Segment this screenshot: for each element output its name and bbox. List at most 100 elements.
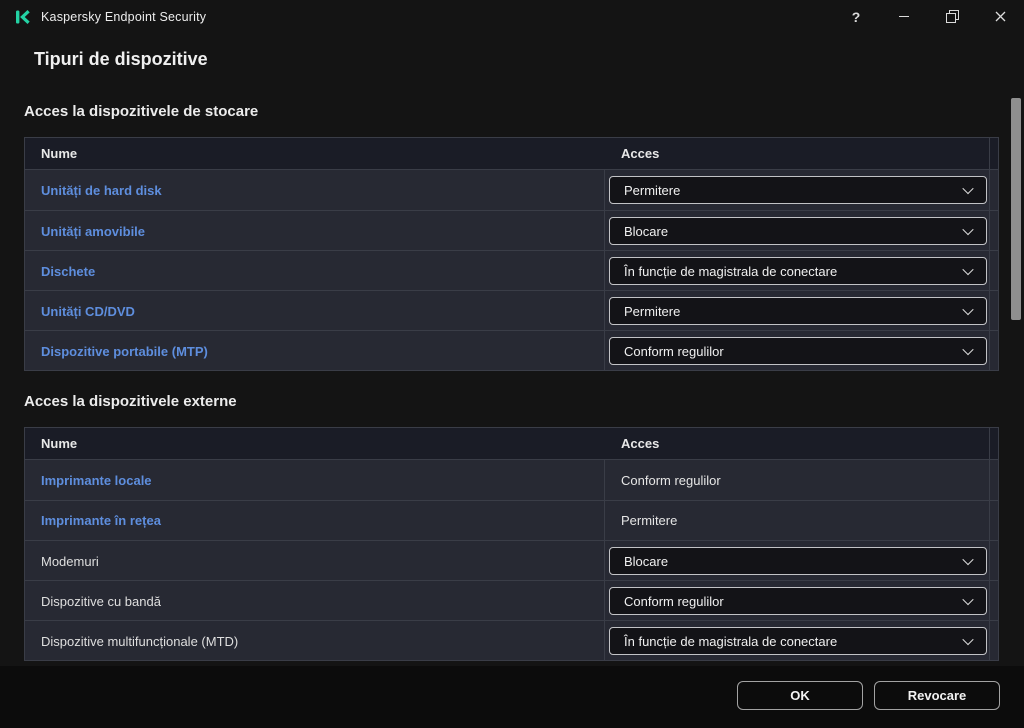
table-body: Imprimante localeConform regulilorImprim… xyxy=(25,460,998,660)
table-row: Modemuri Blocare xyxy=(25,540,998,580)
table-row: Dischete În funcție de magistrala de cone… xyxy=(25,250,998,290)
device-name-link[interactable]: Imprimante în rețea xyxy=(41,513,161,528)
device-name-cell: Imprimante în rețea xyxy=(25,501,605,540)
table-spacer-column xyxy=(989,460,998,500)
access-select-value: Permitere xyxy=(624,183,680,198)
table-spacer-column xyxy=(989,428,998,459)
access-select-value: Permitere xyxy=(624,304,680,319)
minimize-button[interactable] xyxy=(880,0,928,33)
cancel-button[interactable]: Revocare xyxy=(874,681,1000,710)
access-select[interactable]: Blocare xyxy=(609,217,987,245)
minimize-icon xyxy=(899,16,909,18)
chevron-down-icon xyxy=(962,264,973,275)
app-title: Kaspersky Endpoint Security xyxy=(41,10,206,24)
help-button[interactable]: ? xyxy=(832,0,880,33)
access-select[interactable]: Blocare xyxy=(609,547,987,575)
section-title: Acces la dispozitivele de stocare xyxy=(24,103,1024,120)
chevron-down-icon xyxy=(962,634,973,645)
table-row: Dispozitive cu bandă Conform regulilor xyxy=(25,580,998,620)
access-value-text: Permitere xyxy=(605,513,677,528)
column-header-name: Nume xyxy=(25,138,605,169)
access-select-value: În funcție de magistrala de conectare xyxy=(624,264,837,279)
device-name-cell: Dispozitive cu bandă xyxy=(25,581,605,621)
device-name-cell: Imprimante locale xyxy=(25,460,605,500)
device-name-link[interactable]: Unități de hard disk xyxy=(41,183,162,198)
chevron-down-icon xyxy=(962,224,973,235)
device-name-link[interactable]: Dischete xyxy=(41,264,95,279)
device-name-link[interactable]: Dispozitive portabile (MTP) xyxy=(41,344,208,359)
table-spacer-column xyxy=(989,251,998,291)
access-select[interactable]: Conform regulilor xyxy=(609,337,987,365)
device-name-link[interactable]: Unități CD/DVD xyxy=(41,304,135,319)
titlebar: Kaspersky Endpoint Security ? xyxy=(0,0,1024,33)
device-table: Nume Acces Imprimante locale Conform regu… xyxy=(24,427,999,661)
device-name-text: Dispozitive cu bandă xyxy=(41,594,161,609)
content-area: Tipuri de dispozitive Acces la dispoziti… xyxy=(0,33,1024,666)
access-select[interactable]: Conform regulilor xyxy=(609,587,987,615)
table-row: Imprimante în rețea Permitere xyxy=(25,500,998,540)
table-spacer-column xyxy=(989,291,998,331)
table-spacer-column xyxy=(989,138,998,169)
access-select[interactable]: În funcție de magistrala de conectare xyxy=(609,627,987,655)
section-storage-devices: Acces la dispozitivele de stocare Nume A… xyxy=(0,103,1024,371)
access-select-value: Blocare xyxy=(624,554,668,569)
device-name-link[interactable]: Imprimante locale xyxy=(41,473,152,488)
close-button[interactable] xyxy=(976,0,1024,33)
device-name-cell: Dispozitive multifuncționale (MTD) xyxy=(25,621,605,661)
chevron-down-icon xyxy=(962,554,973,565)
footer: OK Revocare xyxy=(0,666,1024,728)
chevron-down-icon xyxy=(962,344,973,355)
chevron-down-icon xyxy=(962,183,973,194)
access-cell: Blocare xyxy=(605,211,989,251)
device-table: Nume Acces Unități de hard disk Permitere… xyxy=(24,137,999,371)
table-spacer-column xyxy=(989,501,998,540)
device-name-cell: Dischete xyxy=(25,251,605,291)
table-spacer-column xyxy=(989,621,998,661)
table-spacer-column xyxy=(989,211,998,251)
access-select-value: Conform regulilor xyxy=(624,344,724,359)
access-cell: Blocare xyxy=(605,541,989,581)
table-spacer-column xyxy=(989,541,998,581)
ok-button[interactable]: OK xyxy=(737,681,863,710)
access-select[interactable]: Permitere xyxy=(609,176,987,204)
access-select-value: Blocare xyxy=(624,224,668,239)
device-name-cell: Unități de hard disk xyxy=(25,170,605,210)
access-select[interactable]: În funcție de magistrala de conectare xyxy=(609,257,987,285)
access-select-value: În funcție de magistrala de conectare xyxy=(624,634,837,649)
table-spacer-column xyxy=(989,170,998,210)
table-spacer-column xyxy=(989,581,998,621)
device-name-text: Modemuri xyxy=(41,554,99,569)
section-external-devices: Acces la dispozitivele externe Nume Acce… xyxy=(0,393,1024,661)
column-header-access: Acces xyxy=(605,138,989,169)
access-select-value: Conform regulilor xyxy=(624,594,724,609)
window-controls: ? xyxy=(832,0,1024,33)
access-cell: Conform regulilor xyxy=(605,460,989,500)
table-body: Unități de hard disk Permitere Unități amo… xyxy=(25,170,998,370)
device-name-cell: Unități CD/DVD xyxy=(25,291,605,331)
chevron-down-icon xyxy=(962,594,973,605)
vertical-scrollbar[interactable] xyxy=(1011,98,1021,320)
table-row: Unități CD/DVD Permitere xyxy=(25,290,998,330)
table-row: Dispozitive portabile (MTP) Conform regul… xyxy=(25,330,998,370)
page-title: Tipuri de dispozitive xyxy=(34,49,1024,70)
access-cell: Conform regulilor xyxy=(605,331,989,371)
table-row: Dispozitive multifuncționale (MTD) În fun… xyxy=(25,620,998,660)
device-name-link[interactable]: Unități amovibile xyxy=(41,224,145,239)
column-header-access: Acces xyxy=(605,428,989,459)
table-row: Unități de hard disk Permitere xyxy=(25,170,998,210)
device-name-text: Dispozitive multifuncționale (MTD) xyxy=(41,634,238,649)
access-select[interactable]: Permitere xyxy=(609,297,987,325)
access-cell: Permitere xyxy=(605,291,989,331)
table-row: Unități amovibile Blocare xyxy=(25,210,998,250)
close-icon xyxy=(995,11,1006,22)
access-cell: Permitere xyxy=(605,170,989,210)
access-cell: Permitere xyxy=(605,501,989,540)
table-spacer-column xyxy=(989,331,998,371)
device-name-cell: Dispozitive portabile (MTP) xyxy=(25,331,605,371)
access-cell: În funcție de magistrala de conectare xyxy=(605,621,989,661)
column-header-name: Nume xyxy=(25,428,605,459)
table-row: Imprimante locale Conform regulilor xyxy=(25,460,998,500)
restore-button[interactable] xyxy=(928,0,976,33)
table-header: Nume Acces xyxy=(25,428,998,460)
table-header: Nume Acces xyxy=(25,138,998,170)
